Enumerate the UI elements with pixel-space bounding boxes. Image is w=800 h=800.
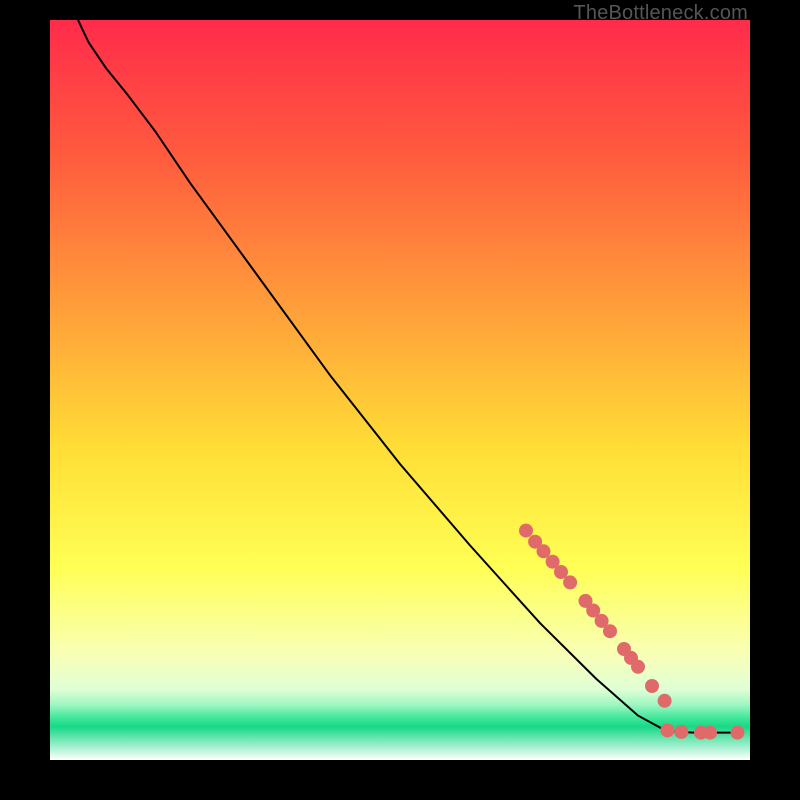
marker-dot — [563, 575, 577, 589]
marker-dot — [519, 524, 533, 538]
marker-dot — [603, 624, 617, 638]
marker-dot — [645, 679, 659, 693]
marker-dot — [730, 726, 744, 740]
chart-svg — [50, 20, 750, 760]
marker-dot — [660, 723, 674, 737]
marker-dot — [631, 660, 645, 674]
marker-dot — [658, 694, 672, 708]
chart-frame: TheBottleneck.com — [0, 0, 800, 800]
marker-dot — [674, 725, 688, 739]
marker-dot — [703, 726, 717, 740]
plot-area — [50, 20, 750, 760]
